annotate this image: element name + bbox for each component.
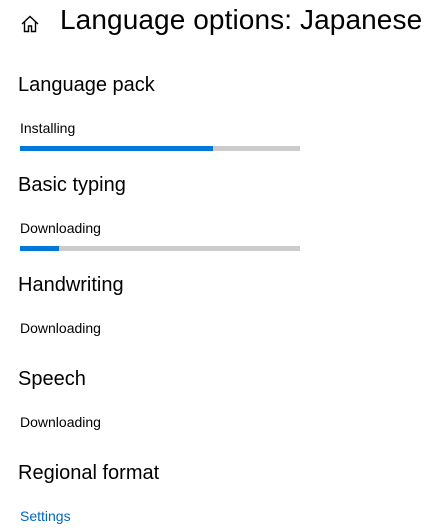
basic-typing-progress-bar	[20, 246, 300, 251]
speech-heading: Speech	[18, 368, 86, 390]
speech-status: Downloading	[20, 414, 101, 430]
page-header: Language options: Japanese	[0, 0, 430, 48]
regional-format-settings-link[interactable]: Settings	[20, 508, 71, 524]
home-icon	[21, 15, 39, 33]
basic-typing-heading: Basic typing	[18, 174, 126, 196]
language-options-page: Language options: Japanese Language pack…	[0, 0, 430, 531]
language-pack-progress-bar	[20, 146, 300, 151]
language-pack-progress-fill	[20, 146, 214, 151]
basic-typing-progress-fill	[20, 246, 60, 251]
regional-format-heading: Regional format	[18, 462, 160, 484]
home-button[interactable]	[18, 12, 42, 36]
language-pack-heading: Language pack	[18, 74, 155, 96]
language-pack-status: Installing	[20, 120, 76, 136]
handwriting-heading: Handwriting	[18, 274, 124, 296]
handwriting-status: Downloading	[20, 320, 101, 336]
basic-typing-status: Downloading	[20, 220, 101, 236]
page-title: Language options: Japanese	[60, 4, 423, 35]
